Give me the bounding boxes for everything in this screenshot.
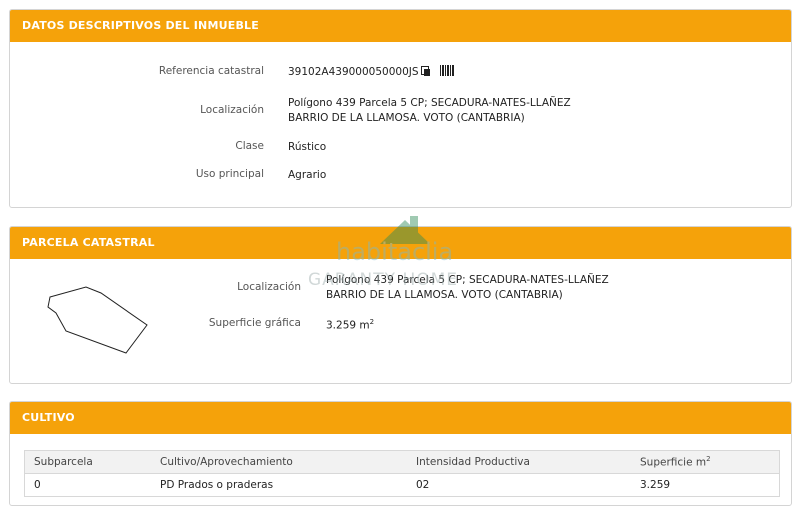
parcela-localizacion-line1: Polígono 439 Parcela 5 CP; SECADURA-NATE…: [326, 274, 609, 286]
localizacion-value: Polígono 439 Parcela 5 CP; SECADURA-NATE…: [288, 96, 571, 126]
barcode-icon[interactable]: [439, 65, 455, 76]
cell-superficie: 3.259: [640, 479, 671, 491]
superficie-unit-exponent: 2: [369, 318, 375, 326]
col-cultivo: Cultivo/Aprovechamiento: [151, 450, 407, 474]
table-header-row: Subparcela Cultivo/Aprovechamiento Inten…: [24, 450, 780, 474]
cell-cultivo: PD Prados o praderas: [160, 479, 274, 491]
referencia-catastral-label: Referencia catastral: [158, 65, 264, 77]
localizacion-label: Localización: [200, 104, 264, 116]
cell-subparcela: 0: [34, 479, 41, 491]
col-subparcela: Subparcela: [24, 450, 151, 474]
col-intensidad: Intensidad Productiva: [407, 450, 631, 474]
copy-icon[interactable]: [420, 66, 430, 76]
superficie-grafica-label: Superficie gráfica: [208, 317, 301, 329]
cultivo-header: CULTIVO: [10, 402, 791, 434]
cultivo-table: Subparcela Cultivo/Aprovechamiento Inten…: [24, 450, 780, 497]
superficie-grafica-number: 3.259 m: [326, 319, 370, 332]
col-superficie-label: Superficie m: [640, 456, 707, 469]
col-superficie-exponent: 2: [706, 455, 711, 464]
superficie-grafica-value: 3.259 m2: [326, 315, 374, 334]
col-superficie: Superficie m2: [631, 450, 780, 474]
clase-value: Rústico: [288, 141, 327, 153]
uso-principal-label: Uso principal: [195, 168, 264, 180]
referencia-catastral-value: 39102A439000050000JS: [288, 65, 455, 80]
parcela-localizacion-label: Localización: [237, 281, 301, 293]
clase-label: Clase: [235, 140, 264, 152]
uso-principal-value: Agrario: [288, 169, 327, 181]
parcela-localizacion-value: Polígono 439 Parcela 5 CP; SECADURA-NATE…: [326, 273, 609, 303]
referencia-catastral-text[interactable]: 39102A439000050000JS: [288, 66, 419, 78]
parcela-localizacion-line2: BARRIO DE LA LLAMOSA. VOTO (CANTABRIA): [326, 289, 563, 301]
cell-intensidad: 02: [416, 479, 430, 491]
localizacion-line2: BARRIO DE LA LLAMOSA. VOTO (CANTABRIA): [288, 112, 525, 124]
table-row: 0 PD Prados o praderas 02 3.259: [25, 474, 780, 497]
parcela-catastral-header: PARCELA CATASTRAL: [10, 227, 791, 259]
cultivo-panel: CULTIVO Subparcela Cultivo/Aprovechamien…: [9, 401, 792, 506]
datos-descriptivos-panel: DATOS DESCRIPTIVOS DEL INMUEBLE Referenc…: [9, 9, 792, 208]
datos-descriptivos-header: DATOS DESCRIPTIVOS DEL INMUEBLE: [10, 10, 791, 42]
parcela-catastral-panel: PARCELA CATASTRAL Localización Polígono …: [9, 226, 792, 384]
localizacion-line1: Polígono 439 Parcela 5 CP; SECADURA-NATE…: [288, 97, 571, 109]
